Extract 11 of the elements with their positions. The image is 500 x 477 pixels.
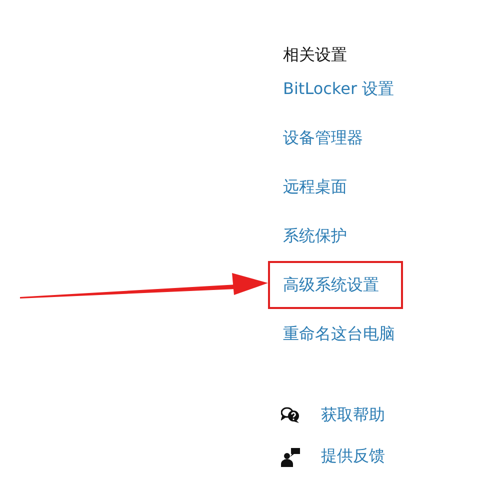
- highlighted-settings-link[interactable]: 高级系统设置: [268, 260, 403, 308]
- section-heading: 相关设置: [283, 44, 348, 66]
- settings-link[interactable]: BitLocker 设置: [283, 78, 394, 100]
- settings-link[interactable]: 重命名这台电脑: [283, 322, 395, 344]
- feedback-link[interactable]: 提供反馈: [321, 446, 385, 467]
- settings-link[interactable]: 设备管理器: [283, 126, 363, 148]
- help-link[interactable]: 获取帮助: [321, 405, 385, 426]
- help-icon: [281, 406, 301, 424]
- settings-link[interactable]: 远程桌面: [283, 176, 347, 198]
- settings-link[interactable]: 系统保护: [283, 224, 347, 246]
- feedback-icon: [281, 446, 301, 466]
